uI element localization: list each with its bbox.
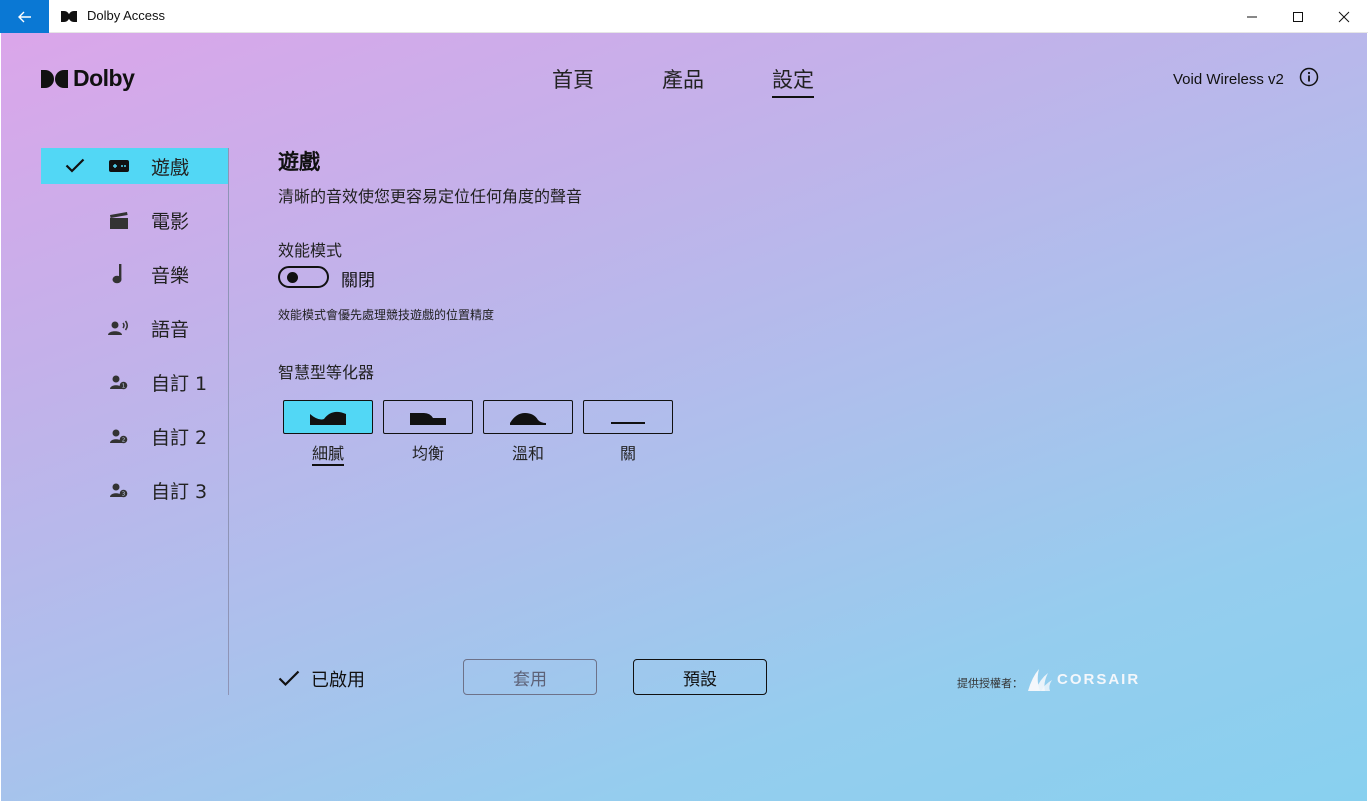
eq-warm-button[interactable] [483,400,573,434]
section-title: 遊戲 [278,150,320,174]
voice-icon [108,319,130,337]
corsair-logo: CORSAIR [1026,667,1140,691]
sidebar-item-label: 音樂 [151,265,190,287]
sidebar-item-custom-3[interactable]: 3 自訂 3 [41,472,228,508]
eq-balanced-curve-icon [410,413,446,425]
maximize-button[interactable] [1275,0,1321,33]
custom-profile-3-icon: 3 [108,481,130,499]
sidebar-item-voice[interactable]: 語音 [41,310,228,346]
equalizer-label: 智慧型等化器 [278,363,375,382]
performance-mode-label: 效能模式 [278,241,343,260]
sidebar-item-label: 遊戲 [151,157,190,179]
corsair-sails-icon [1028,669,1052,691]
toggle-knob [287,272,298,283]
sidebar-item-game[interactable]: 遊戲 [41,148,228,184]
eq-balanced-caption: 均衡 [411,444,444,463]
eq-warm-caption: 溫和 [511,444,544,463]
minimize-icon [1247,16,1257,17]
title-bar: Dolby Access [0,0,1368,33]
custom-profile-1-icon: 1 [108,373,130,391]
eq-off-button[interactable] [583,400,673,434]
sidebar-item-custom-1[interactable]: 1 自訂 1 [41,364,228,400]
device-name: Void Wireless v2 [1173,71,1284,88]
dolby-logo-icon [41,69,68,88]
music-note-icon [108,264,130,284]
provided-by-label: 提供授權者： [957,677,1023,690]
maximize-icon [1293,11,1303,22]
eq-detailed-curve-icon [310,411,346,425]
sidebar-item-label: 自訂 2 [151,427,208,449]
tab-settings[interactable]: 設定 [772,64,814,98]
tab-home[interactable]: 首頁 [552,64,594,96]
performance-mode-toggle[interactable] [278,266,329,288]
gamepad-icon [108,157,130,175]
eq-off-line-icon [611,422,645,424]
dolby-brand: Dolby [41,65,135,92]
eq-warm-curve-icon [510,413,546,425]
partner-name: CORSAIR [1057,670,1141,688]
eq-detailed-button[interactable] [283,400,373,434]
close-button[interactable] [1321,0,1367,33]
info-icon[interactable] [1299,67,1319,87]
section-description: 清晰的音效使您更容易定位任何角度的聲音 [278,187,583,206]
enabled-check-icon [278,670,300,687]
sidebar-divider [228,148,229,695]
check-icon [65,158,85,173]
back-button[interactable] [0,0,49,33]
sidebar-item-label: 語音 [151,319,190,341]
eq-off-caption: 關 [619,444,636,463]
sidebar-item-label: 自訂 3 [151,481,208,503]
svg-text:1: 1 [122,384,126,390]
svg-text:2: 2 [122,438,126,444]
enabled-status: 已啟用 [311,670,365,691]
close-icon [1338,11,1350,22]
apply-button[interactable]: 套用 [463,659,597,695]
sidebar-item-custom-2[interactable]: 2 自訂 2 [41,418,228,454]
sidebar-item-movie[interactable]: 電影 [41,202,228,238]
eq-detailed-caption: 細膩 [283,440,373,466]
app-body: Dolby 首頁 產品 設定 Void Wireless v2 遊戲 電影 音樂… [1,33,1367,801]
brand-name: Dolby [73,65,135,91]
back-arrow-icon [17,11,31,22]
window-title: Dolby Access [87,8,166,23]
eq-balanced-button[interactable] [383,400,473,434]
dolby-app-icon [61,11,77,22]
sidebar-item-label: 自訂 1 [151,373,208,395]
default-button[interactable]: 預設 [633,659,767,695]
tab-products[interactable]: 產品 [662,64,704,96]
sidebar-item-music[interactable]: 音樂 [41,256,228,292]
minimize-button[interactable] [1229,0,1275,33]
svg-text:3: 3 [122,492,126,498]
sidebar-item-label: 電影 [151,211,190,233]
custom-profile-2-icon: 2 [108,427,130,445]
performance-mode-note: 效能模式會優先處理競技遊戲的位置精度 [278,308,495,322]
movie-clapper-icon [108,211,130,229]
performance-mode-state: 關閉 [341,271,375,291]
